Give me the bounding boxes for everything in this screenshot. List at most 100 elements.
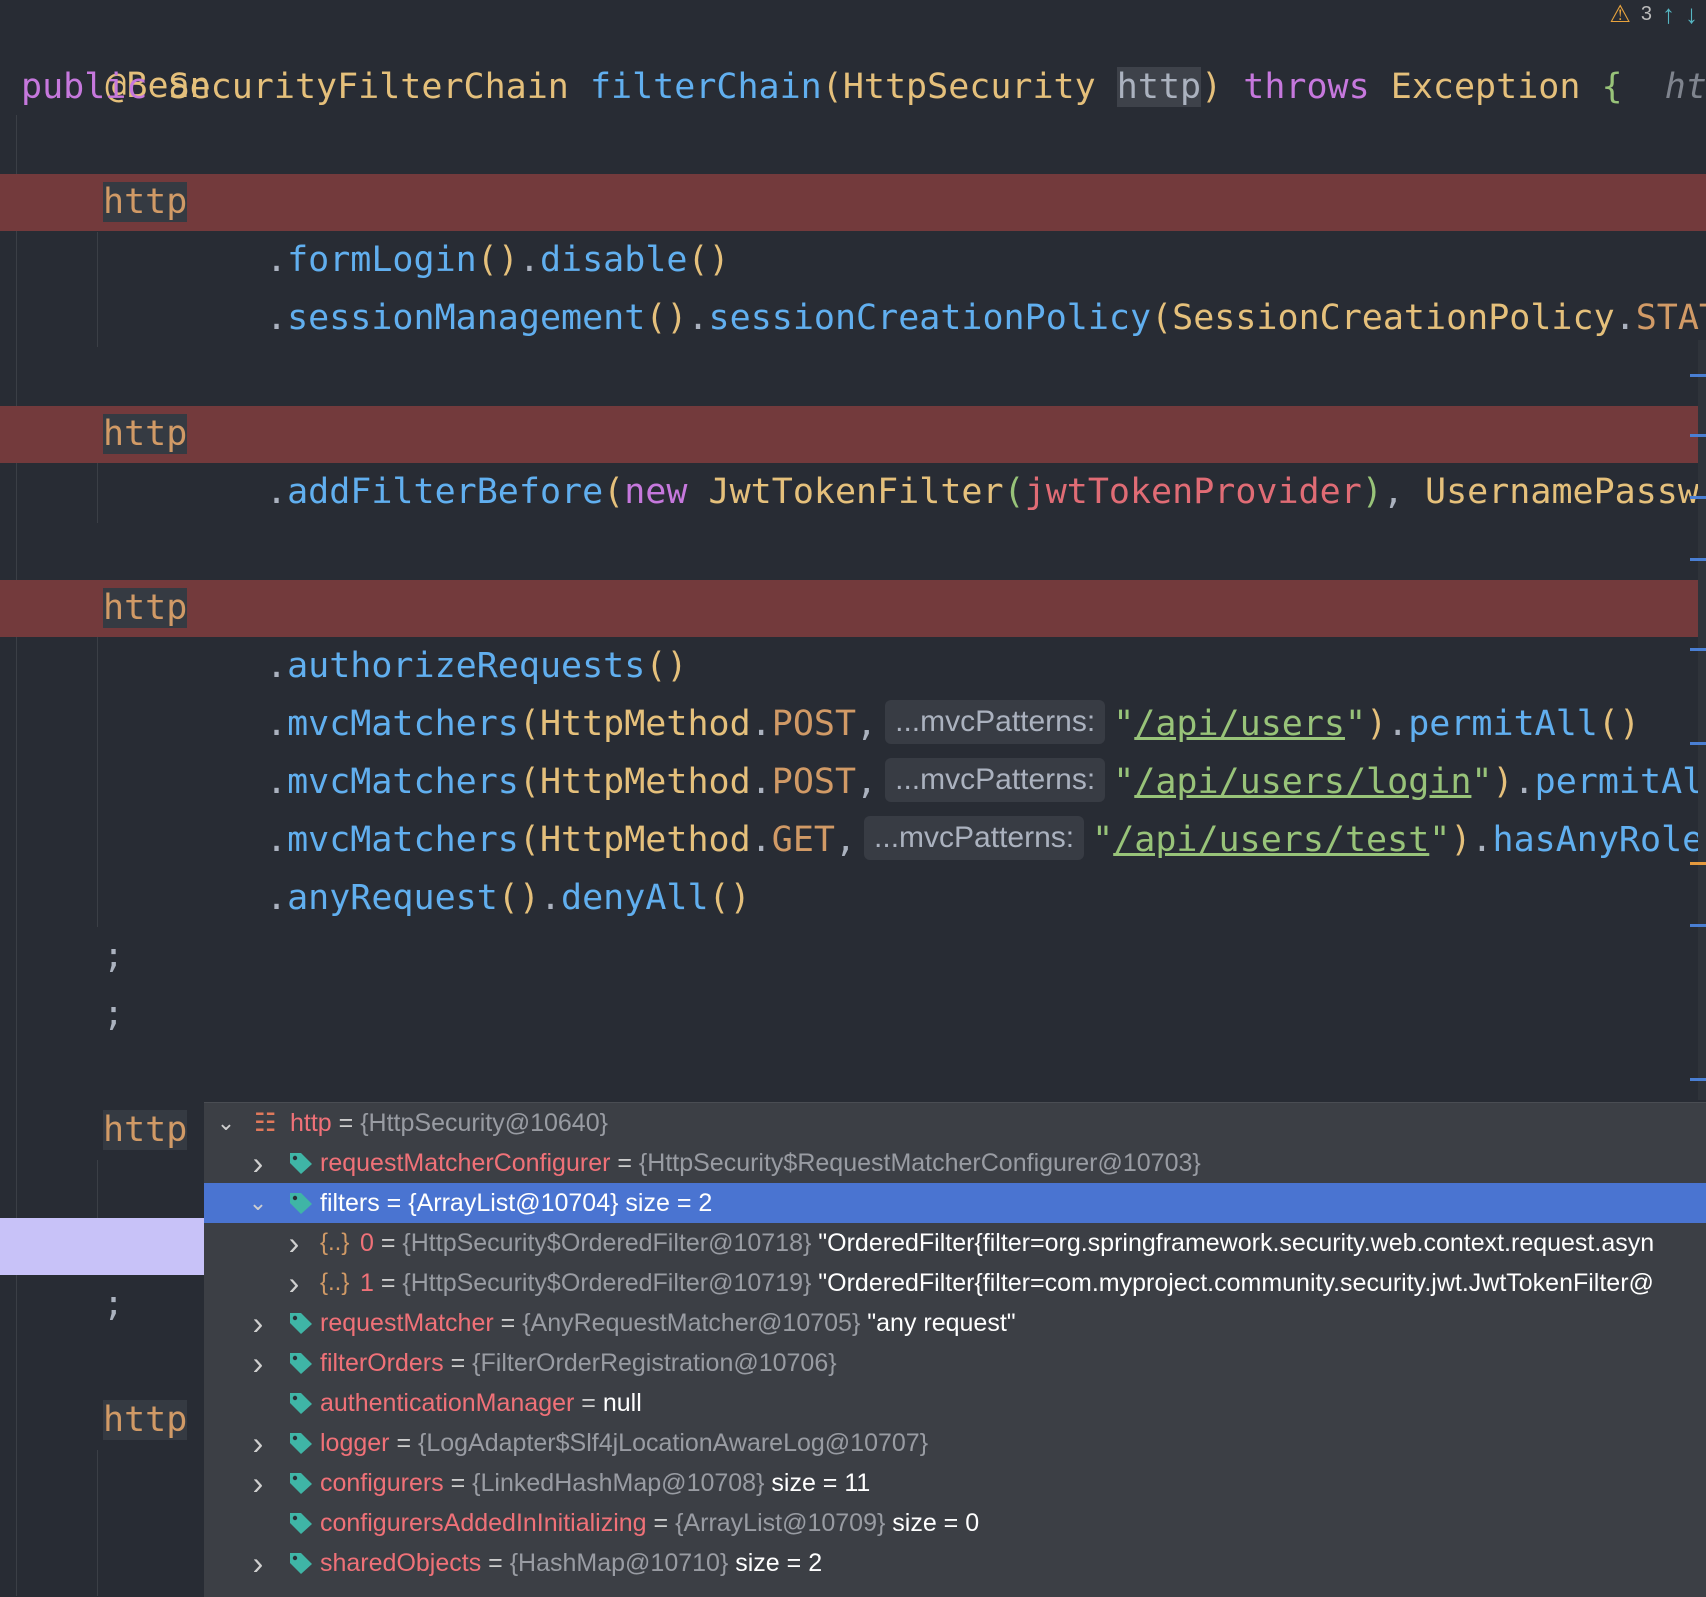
tree-row[interactable]: › requestMatcherConfigurer = {HttpSecurit…	[204, 1143, 1706, 1183]
field-tag-icon	[290, 1513, 312, 1534]
method-call: addFilterBefore	[287, 472, 604, 512]
tree-row[interactable]: › filterOrders = {FilterOrderRegistration…	[204, 1343, 1706, 1383]
method-call: anyRequest	[287, 878, 498, 918]
chevron-right-icon[interactable]: ›	[282, 1263, 306, 1303]
url-path[interactable]: /api/users/test	[1113, 820, 1429, 860]
tree-row-type: {ArrayList@10704}	[408, 1189, 619, 1217]
chevron-right-icon[interactable]: ›	[246, 1423, 270, 1463]
indent-guide	[97, 463, 98, 523]
tree-row-name: sharedObjects	[320, 1549, 482, 1577]
tree-row-name: configurersAddedInInitializing	[320, 1509, 647, 1537]
code-line[interactable]: ;	[103, 986, 124, 1043]
tree-row[interactable]: › logger = {LogAdapter$Slf4jLocationAware…	[204, 1423, 1706, 1463]
warning-icon[interactable]: ⚠	[1609, 0, 1631, 29]
object-brace-icon: {..}	[320, 1229, 350, 1256]
code-line[interactable]: .authorizeRequests()	[266, 638, 687, 695]
tree-row-root[interactable]: ⌄ ☷ http = {HttpSecurity@10640}	[204, 1103, 1706, 1143]
tree-row[interactable]: configurersAddedInInitializing = {ArrayL…	[204, 1503, 1706, 1543]
code-line[interactable]: ;	[103, 1276, 124, 1333]
breakpoint-line-highlight[interactable]	[0, 174, 1706, 231]
tree-row[interactable]: › {..} 0 = {HttpSecurity$OrderedFilter@107…	[204, 1223, 1706, 1263]
code-line-matcher[interactable]: .mvcMatchers(HttpMethod.POST, ...mvcPatte…	[266, 754, 1703, 811]
chevron-down-icon[interactable]: ⌄	[246, 1183, 270, 1223]
chevron-right-icon[interactable]: ›	[246, 1543, 270, 1583]
param-name: http	[1116, 67, 1202, 107]
method-call: mvcMatchers	[287, 820, 519, 860]
tree-row-eq: =	[493, 1309, 523, 1337]
indent-guide	[16, 115, 17, 1596]
field-tag-icon	[290, 1553, 312, 1574]
method-name: filterChain	[589, 67, 822, 107]
code-line[interactable]: http	[103, 580, 188, 637]
chevron-right-icon[interactable]: ›	[246, 1463, 270, 1503]
stripe-marker-warning[interactable]	[1690, 862, 1706, 865]
tree-row-eq: =	[574, 1389, 603, 1417]
debugger-value-popup[interactable]: ⌄ ☷ http = {HttpSecurity@10640} › request…	[204, 1102, 1706, 1597]
tree-row[interactable]: › configurers = {LinkedHashMap@10708} siz…	[204, 1463, 1706, 1503]
code-line[interactable]: .sessionManagement().sessionCreationPoli…	[266, 290, 1706, 347]
field-tag-icon	[290, 1353, 312, 1374]
inline-value-hint: http	[1664, 67, 1706, 107]
tree-row[interactable]: ⌄ filters = {ArrayList@10704} size = 2	[204, 1183, 1706, 1223]
inspection-widget[interactable]: ⚠ 3 ↑ ↓	[1609, 0, 1698, 30]
arrow-up-icon[interactable]: ↑	[1662, 0, 1675, 30]
code-line[interactable]: http	[103, 1392, 188, 1449]
method-call: disable	[539, 240, 688, 280]
chevron-right-icon[interactable]: ›	[246, 1343, 270, 1383]
tree-row[interactable]: › requestMatcher = {AnyRequestMatcher@107…	[204, 1303, 1706, 1343]
stripe-marker[interactable]	[1690, 924, 1706, 927]
tree-row[interactable]: › {..} 1 = {HttpSecurity$OrderedFilter@107…	[204, 1263, 1706, 1303]
code-line-matcher[interactable]: .mvcMatchers(HttpMethod.GET, ...mvcPatter…	[266, 812, 1703, 869]
http-variable: http	[103, 588, 188, 628]
url-path[interactable]: /api/users	[1134, 704, 1345, 744]
stripe-marker[interactable]	[1690, 496, 1706, 499]
http-variable: http	[103, 414, 188, 454]
code-line[interactable]: .anyRequest().denyAll()	[266, 870, 751, 927]
tree-row-value: size = 2	[618, 1189, 713, 1217]
url-path[interactable]: /api/users/login	[1134, 762, 1471, 802]
code-line[interactable]: http	[103, 406, 188, 463]
code-line[interactable]: ;	[103, 928, 124, 985]
tree-row-type: {LinkedHashMap@10708}	[472, 1469, 765, 1497]
code-line[interactable]: .addFilterBefore(new JwtTokenFilter(jwtT…	[266, 464, 1706, 521]
field-tag-icon	[290, 1153, 312, 1174]
chevron-right-icon[interactable]: ›	[246, 1303, 270, 1343]
code-editor[interactable]: ⚠ 3 ↑ ↓ @Bean public SecurityFilterChain…	[0, 0, 1706, 1597]
code-line[interactable]: @Bean	[21, 1, 210, 106]
code-line-signature[interactable]: public SecurityFilterChain filterChain(H…	[21, 59, 1706, 116]
chevron-right-icon[interactable]: ›	[282, 1223, 306, 1263]
tree-row-value: size = 0	[885, 1509, 980, 1537]
code-line[interactable]: http	[103, 1102, 188, 1159]
class-name: UsernamePassword	[1425, 472, 1706, 512]
stripe-marker[interactable]	[1690, 742, 1706, 745]
stripe-marker[interactable]	[1690, 374, 1706, 377]
code-line-matcher[interactable]: .mvcMatchers(HttpMethod.POST, ...mvcPatte…	[266, 696, 1640, 753]
paren: )	[1201, 67, 1223, 107]
stripe-marker[interactable]	[1690, 1078, 1706, 1081]
error-stripe[interactable]	[1698, 340, 1706, 1100]
code-line[interactable]: http	[103, 174, 188, 231]
tree-row-name: authenticationManager	[320, 1389, 575, 1417]
tree-row-name: 0	[360, 1229, 374, 1257]
chevron-down-icon[interactable]: ⌄	[214, 1103, 238, 1143]
field-tag-icon	[290, 1193, 312, 1214]
method-call: sessionManagement	[287, 298, 646, 338]
tree-row[interactable]: authenticationManager = null	[204, 1383, 1706, 1423]
stripe-marker[interactable]	[1690, 434, 1706, 437]
chevron-right-icon[interactable]: ›	[246, 1143, 270, 1183]
tree-row[interactable]: › sharedObjects = {HashMap@10710} size = …	[204, 1543, 1706, 1583]
tree-row-eq: =	[443, 1469, 473, 1497]
breakpoint-line-highlight[interactable]	[0, 580, 1706, 637]
tree-row-value: size = 2	[728, 1549, 823, 1577]
tree-row-eq: =	[610, 1149, 639, 1177]
stripe-marker[interactable]	[1690, 558, 1706, 561]
method-call: mvcMatchers	[287, 704, 519, 744]
code-line[interactable]: .formLogin().disable()	[266, 232, 730, 289]
breakpoint-line-highlight[interactable]	[0, 406, 1706, 463]
tree-row-type: {HttpSecurity$RequestMatcherConfigurer@1…	[638, 1149, 1201, 1177]
tree-row-name: filterOrders	[320, 1349, 444, 1377]
tree-row-eq: =	[373, 1269, 403, 1297]
stripe-marker[interactable]	[1690, 648, 1706, 651]
arrow-down-icon[interactable]: ↓	[1685, 0, 1698, 30]
field-tag-icon	[290, 1433, 312, 1454]
